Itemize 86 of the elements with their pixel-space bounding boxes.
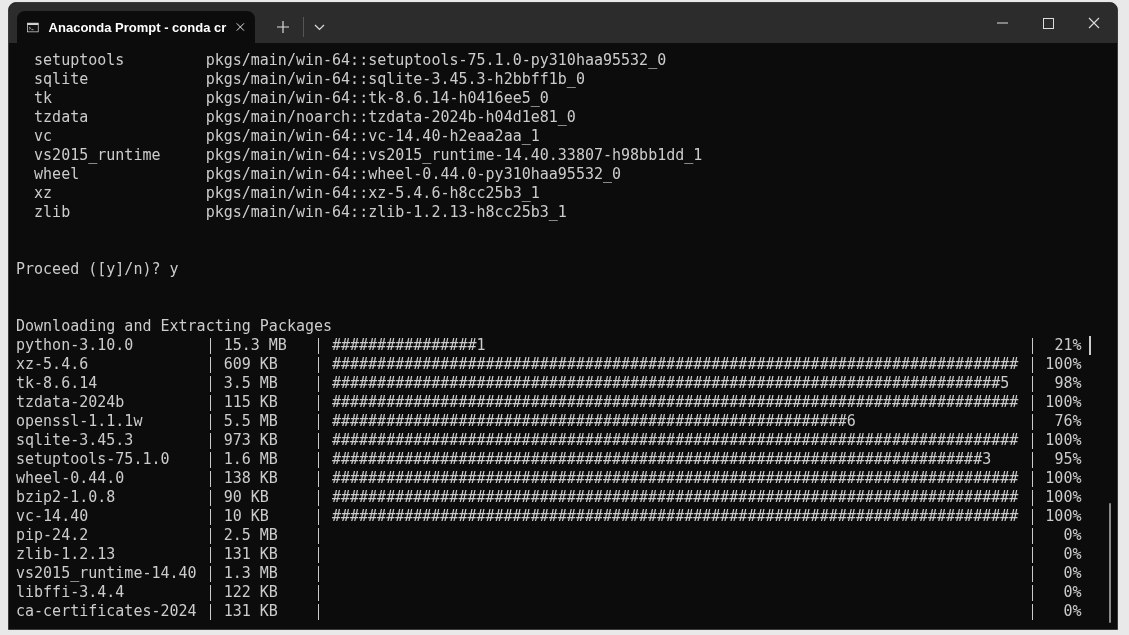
progress-bar-text: ############################################################################ [331,355,1019,373]
close-icon[interactable] [236,21,245,33]
tab-title: Anaconda Prompt - conda cr [48,19,227,35]
percent-text: 21% [1054,336,1082,354]
package-spec: pkgs/main/win-64::vc-14.40-h2eaa2aa_1 [205,127,540,146]
percent-text: 100% [1045,469,1082,487]
package-spec: pkgs/main/win-64::vs2015_runtime-14.40.33807-h98bb1dd_1 [205,146,703,165]
package-name: ca-certificates-2024 [16,602,197,620]
package-name: python-3.10.0 [16,336,134,354]
percent-text: 0% [1063,564,1082,582]
progress-bar-text: ############################################################################ [331,469,1019,487]
progress-bar-text: ################1 [331,336,486,354]
package-name: zlib-1.2.13 [16,545,116,563]
package-spec: pkgs/main/win-64::xz-5.4.6-h8cc25b3_1 [205,184,540,203]
package-name: setuptools-75.1.0 [16,450,170,468]
package-name: pip-24.2 [16,526,89,544]
package-name: wheel-0.44.0 [16,469,125,487]
download-size: 115 KB [223,393,278,411]
package-spec: pkgs/main/win-64::zlib-1.2.13-h8cc25b3_1 [205,203,567,222]
download-size: 122 KB [223,583,278,601]
download-size: 90 KB [223,488,269,506]
progress-bar-text: #########################################################6 [331,412,856,430]
package-name: libffi-3.4.4 [16,583,125,601]
package-name: vs2015_runtime-14.40 [16,564,197,582]
package-name: xz-5.4.6 [16,355,89,373]
package-name: sqlite [34,70,89,88]
percent-text: 0% [1063,583,1082,601]
download-size: 131 KB [223,545,278,563]
percent-text: 76% [1054,412,1082,430]
download-size: 1.6 MB [223,450,278,468]
terminal-tab[interactable]: Anaconda Prompt - conda cr [17,11,255,43]
package-spec: pkgs/main/noarch::tzdata-2024b-h04d1e81_0 [205,108,576,127]
package-name: bzip2-1.0.8 [16,488,116,506]
percent-text: 100% [1045,393,1082,411]
minimize-icon [996,22,1008,24]
download-size: 15.3 MB [223,336,287,354]
percent-text: 100% [1045,507,1082,525]
download-size: 10 KB [223,507,269,525]
package-name: tzdata-2024b [16,393,125,411]
package-name: setuptools [34,51,125,69]
download-size: 138 KB [223,469,278,487]
download-size: 973 KB [223,431,278,449]
package-spec: pkgs/main/win-64::setuptools-75.1.0-py310haa95532_0 [205,51,667,70]
command-prompt-icon [27,20,39,34]
package-name: wheel [34,165,80,183]
maximize-icon [1042,17,1054,29]
close-icon [1088,17,1100,29]
progress-bar-text: ##########################################################################5 [331,374,1010,392]
percent-text: 100% [1045,488,1082,506]
package-name: tk-8.6.14 [16,374,98,392]
percent-text: 95% [1054,450,1082,468]
package-name: sqlite-3.45.3 [16,431,134,449]
percent-text: 100% [1045,431,1082,449]
percent-text: 100% [1045,355,1082,373]
package-name: zlib [34,203,71,221]
download-size: 3.5 MB [223,374,278,392]
prompt-answer: y [169,260,179,279]
download-size: 5.5 MB [223,412,278,430]
package-name: tk [34,89,53,107]
download-size: 609 KB [223,355,278,373]
chevron-down-icon [313,23,325,31]
download-size: 131 KB [223,602,278,620]
package-name: vc-14.40 [16,507,89,525]
package-spec: pkgs/main/win-64::tk-8.6.14-h0416ee5_0 [205,89,549,108]
progress-bar-text: ############################################################################ [331,431,1019,449]
package-spec: pkgs/main/win-64::sqlite-3.45.3-h2bbff1b_0 [205,70,585,89]
download-size: 1.3 MB [223,564,278,582]
package-spec: pkgs/main/win-64::wheel-0.44.0-py310haa95532_0 [205,165,622,184]
prompt-text: Proceed ([y]/n)? [16,260,161,279]
progress-bar-text: ############################################################################ [331,393,1019,411]
percent-text: 0% [1063,526,1082,544]
download-size: 2.5 MB [223,526,278,544]
progress-bar-text: ############################################################################ [331,488,1019,506]
package-name: xz [34,184,53,202]
package-name: tzdata [34,108,89,126]
package-name: openssl-1.1.1w [16,412,143,430]
plus-icon [276,20,290,34]
package-name: vs2015_runtime [34,146,161,164]
percent-text: 0% [1063,545,1082,563]
progress-bar-text: ########################################################################3 [331,450,992,468]
progress-bar-text: ############################################################################ [331,507,1019,525]
section-heading: Downloading and Extracting Packages [16,317,333,336]
package-name: vc [34,127,53,145]
percent-text: 0% [1063,602,1082,620]
scrollbar-thumb[interactable] [1109,503,1111,623]
percent-text: 98% [1054,374,1082,392]
